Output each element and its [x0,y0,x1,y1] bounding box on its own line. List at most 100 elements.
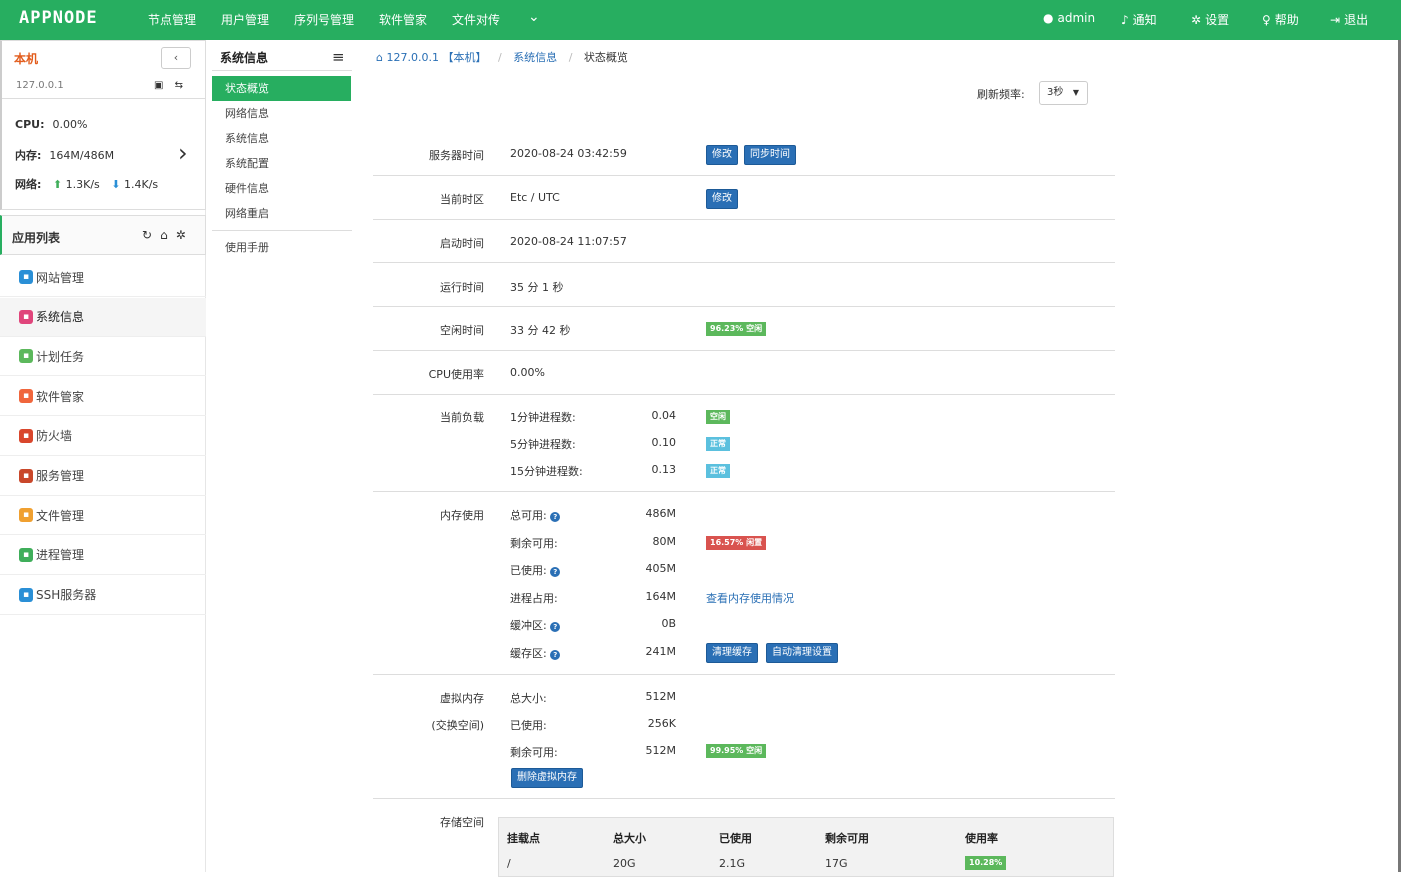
app-item[interactable]: ▪ 文件管理 [0,496,206,536]
terminal-icon[interactable]: ▣ [154,80,163,91]
idle-time-value: 33 分 42 秒 [510,324,571,337]
gear-icon[interactable]: ✲ [176,228,194,242]
memory-used-value: 405M [645,562,677,575]
settings-label: 设置 [1205,13,1230,27]
breadcrumb-section[interactable]: 系统信息 [513,51,557,64]
nav-serial-management[interactable]: 序列号管理 [294,11,354,28]
divider [373,219,1115,220]
breadcrumb-host[interactable]: 127.0.0.1 【本机】 [386,51,486,64]
delete-swap-button[interactable]: 删除虚拟内存 [511,768,583,788]
load-5min-label: 5分钟进程数: [510,438,576,451]
memory-cache-value: 241M [645,645,677,658]
chevron-right-icon[interactable]: › [178,139,188,167]
memory-free-label: 剩余可用: [510,537,558,550]
edit-timezone-button[interactable]: 修改 [706,189,738,209]
memory-buffer-value: 0B [661,617,676,630]
boot-time-label: 启动时间 [440,237,484,250]
sync-time-button[interactable]: 同步时间 [744,145,796,165]
app-item-label: 文件管理 [36,508,85,523]
clear-cache-button[interactable]: 清理缓存 [706,643,758,663]
help-icon[interactable]: ? [550,622,561,632]
idle-percent-badge: 96.23% 空闲 [706,322,767,336]
timezone-value: Etc / UTC [510,191,560,204]
username: admin [1057,11,1096,25]
chevron-down-circle-icon[interactable]: ⌄ [528,9,540,25]
memory-free-value: 80M [652,535,677,548]
network-up-value: 1.3K/s [65,178,100,191]
refresh-rate-select[interactable]: 3秒 ▼ [1039,81,1088,105]
network-label: 网络: [15,178,42,191]
memory-total-label: 总可用: [510,509,547,522]
memory-buffer-row: 缓冲区: ? [510,617,561,633]
edit-time-button[interactable]: 修改 [706,145,738,165]
memory-total-value: 486M [645,507,677,520]
auto-clean-settings-button[interactable]: 自动清理设置 [766,643,838,663]
storage-mount-value: / [507,857,511,870]
nav-file-transfer[interactable]: 文件对传 [452,11,500,28]
app-item[interactable]: ▪ 系统信息 [0,297,206,337]
submenu-hardware-info[interactable]: 硬件信息 [212,176,351,201]
storage-total-value: 20G [613,857,636,870]
divider [373,798,1115,799]
refresh-icon[interactable]: ↻ [142,228,160,242]
submenu-manual[interactable]: 使用手册 [212,235,351,260]
app-item[interactable]: ▪ 防火墙 [0,417,206,456]
memory-label: 内存: [15,149,42,162]
divider [373,674,1115,675]
nav-software-manager[interactable]: 软件管家 [379,11,427,28]
swap-free-label: 剩余可用: [510,746,558,759]
memory-used-row: 已使用: ? [510,562,561,578]
app-item[interactable]: ▪ 服务管理 [0,457,206,496]
host-panel: 本机 ‹ 127.0.0.1 ▣ ⇆ CPU: 0.00% 内存: 164M/486… [0,40,206,210]
load-5min-value: 0.10 [651,436,677,449]
home-icon[interactable]: ⌂ [160,228,176,242]
divider [373,306,1115,307]
hamburger-icon[interactable]: ≡ [332,48,345,66]
collapse-sidebar-button[interactable]: ‹ [161,47,191,69]
submenu-network-info[interactable]: 网络信息 [212,101,351,126]
help-icon[interactable]: ? [550,567,561,577]
folder-icon: ▪ [19,508,33,523]
app-logo[interactable]: APPNODE [19,8,98,28]
network-down-value: 1.4K/s [124,178,159,191]
divider [373,262,1115,263]
settings-button[interactable]: ✲ 设置 [1191,11,1229,28]
view-memory-link[interactable]: 查看内存使用情况 [706,590,794,606]
timezone-label: 当前时区 [440,193,484,206]
cpu-value: 0.00% [52,118,88,131]
help-button[interactable]: ♀ 帮助 [1262,11,1299,28]
app-item[interactable]: ▪ 计划任务 [0,337,206,377]
idle-time-label: 空闲时间 [440,324,484,337]
submenu-network-restart[interactable]: 网络重启 [212,201,351,226]
service-icon: ▪ [19,468,33,483]
help-icon[interactable]: ? [550,512,561,522]
storage-header-free: 剩余可用 [825,832,869,845]
app-item-label: 计划任务 [36,349,85,364]
app-item[interactable]: ▪ 进程管理 [0,536,206,575]
help-icon[interactable]: ? [550,650,561,660]
app-item-label: 网站管理 [36,270,85,285]
submenu-system-config[interactable]: 系统配置 [212,151,351,176]
notify-button[interactable]: ♪ 通知 [1121,11,1157,28]
nav-user-management[interactable]: 用户管理 [221,11,269,28]
user-menu[interactable]: ● admin [1043,11,1095,25]
firewall-icon: ▪ [19,428,33,443]
calendar-icon: ▪ [19,349,33,364]
app-item[interactable]: ▪ 软件管家 [0,377,206,417]
load-label: 当前负载 [440,411,484,424]
app-item[interactable]: ▪ 网站管理 [0,258,206,297]
storage-header-usage: 使用率 [965,832,998,845]
submenu-status-overview[interactable]: 状态概览 [212,76,351,101]
submenu-system-info[interactable]: 系统信息 [212,126,351,151]
memory-value: 164M/486M [49,149,115,162]
help-label: 帮助 [1274,13,1299,27]
info-icon: ▪ [19,309,33,324]
logout-button[interactable]: ⇥ 退出 [1330,11,1368,28]
package-icon: ▪ [19,389,33,404]
nav-node-management[interactable]: 节点管理 [148,11,196,28]
swap-sublabel: (交换空间) [431,719,484,732]
memory-process-value: 164M [645,590,677,603]
app-item[interactable]: ▪ SSH服务器 [0,576,206,615]
load-5min-badge: 正常 [706,437,730,451]
switch-icon[interactable]: ⇆ [175,80,183,91]
